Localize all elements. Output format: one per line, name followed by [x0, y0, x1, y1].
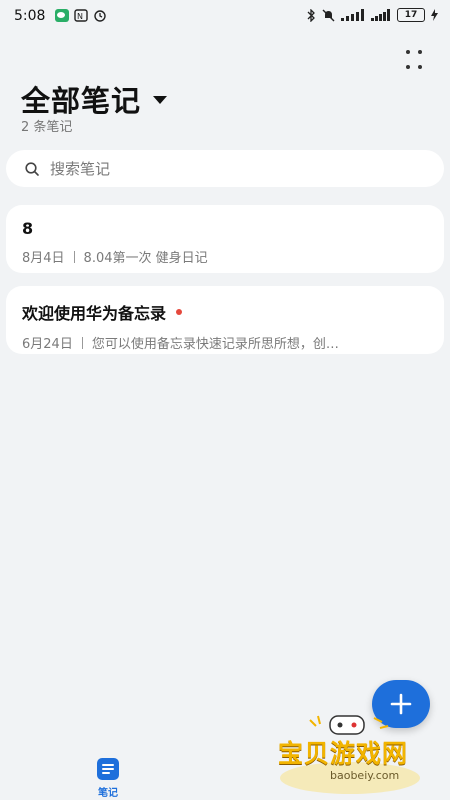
divider	[73, 251, 75, 263]
search-placeholder: 搜索笔记	[50, 160, 111, 178]
charging-icon	[431, 9, 438, 21]
wechat-icon	[55, 9, 69, 22]
system-icons: 17	[306, 8, 438, 22]
signal-icon	[341, 9, 364, 21]
note-preview: 8.04第一次 健身日记	[83, 251, 208, 266]
status-bar: 5:08 N 17	[0, 0, 450, 34]
more-dot-icon	[418, 64, 422, 69]
note-title: 8	[22, 219, 34, 238]
notification-icons: N	[55, 9, 107, 22]
watermark-url: baobeiy.com	[330, 769, 400, 782]
page-title: 全部笔记	[21, 84, 142, 118]
note-item[interactable]: 8 8月4日 8.04第一次 健身日记	[6, 205, 444, 273]
more-dot-icon	[406, 64, 410, 69]
more-options-button[interactable]	[400, 48, 430, 74]
dropdown-caret-icon	[153, 96, 168, 104]
notes-icon	[97, 758, 119, 780]
folder-selector[interactable]: 全部笔记	[21, 78, 168, 120]
note-title: 欢迎使用华为备忘录	[22, 304, 167, 323]
mute-icon	[322, 9, 335, 21]
tab-notes[interactable]: 笔记	[88, 758, 128, 799]
note-date: 6月24日	[22, 337, 73, 352]
alarm-icon	[94, 10, 106, 22]
nfc-icon: N	[74, 9, 88, 22]
note-count: 2 条笔记	[21, 120, 73, 135]
status-time: 5:08	[14, 8, 46, 24]
tab-notes-label: 笔记	[98, 788, 118, 799]
unread-dot-icon	[176, 309, 183, 315]
battery-indicator: 17	[397, 8, 425, 22]
search-icon	[25, 161, 39, 176]
bluetooth-icon	[307, 8, 315, 22]
signal-2-icon	[371, 9, 390, 21]
note-preview: 您可以使用备忘录快速记录所思所想，创…	[91, 337, 339, 352]
watermark: 宝贝游戏网 baobeiy.com	[270, 712, 450, 800]
note-item[interactable]: 欢迎使用华为备忘录 6月24日 您可以使用备忘录快速记录所思所想，创…	[6, 286, 444, 354]
watermark-name: 宝贝游戏网	[278, 739, 409, 768]
more-dot-icon	[418, 50, 422, 54]
note-date: 8月4日	[22, 251, 65, 266]
svg-text:N: N	[77, 12, 83, 21]
divider	[81, 337, 83, 349]
more-dot-icon	[406, 50, 410, 54]
search-input[interactable]: 搜索笔记	[6, 150, 444, 187]
